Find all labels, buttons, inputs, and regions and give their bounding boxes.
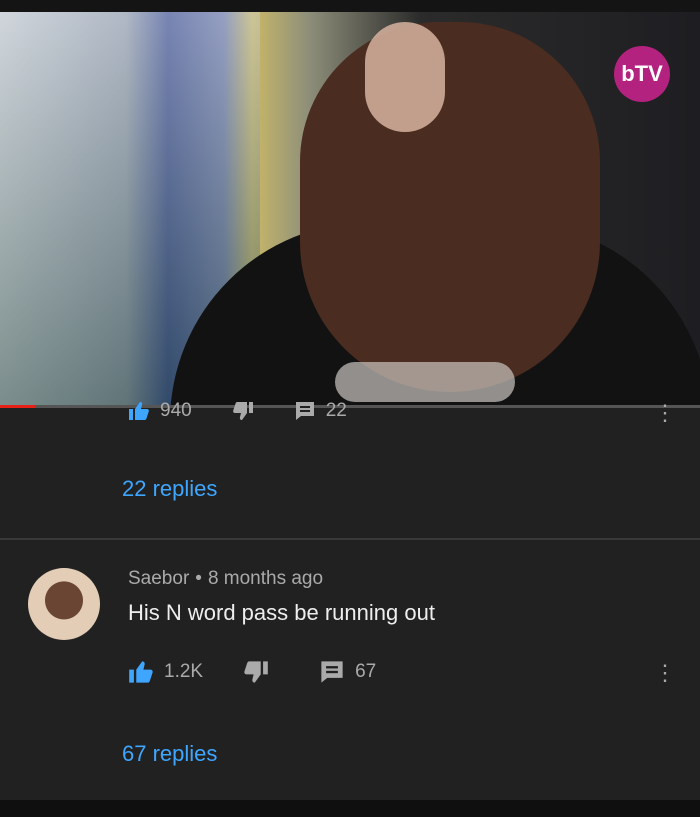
comment-icon bbox=[295, 402, 314, 420]
meta-separator: • bbox=[195, 568, 202, 589]
thumbs-up-icon bbox=[129, 402, 149, 420]
prev-dislike-button[interactable] bbox=[232, 401, 254, 421]
prev-comment-actions: 940 22 bbox=[128, 400, 387, 422]
video-subject-skin-patch bbox=[365, 22, 445, 132]
replies-link[interactable]: 67 replies bbox=[122, 741, 217, 767]
more-options-icon[interactable]: ⋮ bbox=[654, 662, 676, 684]
comments-section: 940 22 ⋮ 22 replies Saebor • 8 months ago … bbox=[0, 400, 700, 800]
prev-like-count: 940 bbox=[160, 400, 192, 421]
prev-more-icon[interactable]: ⋮ bbox=[654, 402, 676, 424]
channel-logo: bTV bbox=[614, 46, 670, 102]
video-player[interactable]: bTV bbox=[0, 12, 700, 405]
avatar[interactable] bbox=[28, 568, 100, 640]
comment-meta: Saebor • 8 months ago bbox=[128, 568, 323, 590]
reply-count: 67 bbox=[355, 661, 377, 682]
thumbs-down-icon bbox=[244, 661, 268, 683]
bottom-bar bbox=[0, 800, 700, 817]
dislike-button[interactable] bbox=[243, 660, 269, 684]
prev-reply-button[interactable]: 22 bbox=[294, 400, 347, 422]
comment-divider bbox=[0, 538, 700, 540]
reply-button[interactable]: 67 bbox=[319, 660, 376, 684]
video-subject-beard bbox=[335, 362, 515, 402]
video-subject-face bbox=[300, 22, 600, 392]
comment-author[interactable]: Saebor bbox=[128, 568, 189, 589]
top-bar bbox=[0, 0, 700, 12]
prev-reply-count: 22 bbox=[325, 400, 347, 421]
comment-icon bbox=[321, 661, 343, 683]
thumbs-up-icon bbox=[129, 661, 153, 683]
thumbs-down-icon bbox=[232, 402, 253, 420]
comment-text: His N word pass be running out bbox=[128, 600, 435, 625]
prev-replies-link[interactable]: 22 replies bbox=[122, 476, 217, 502]
prev-like-button[interactable]: 940 bbox=[128, 400, 192, 422]
like-count: 1.2K bbox=[164, 661, 204, 682]
like-button[interactable]: 1.2K bbox=[128, 660, 203, 684]
comment-time: 8 months ago bbox=[207, 568, 324, 589]
comment-actions: 1.2K 67 bbox=[128, 660, 416, 684]
